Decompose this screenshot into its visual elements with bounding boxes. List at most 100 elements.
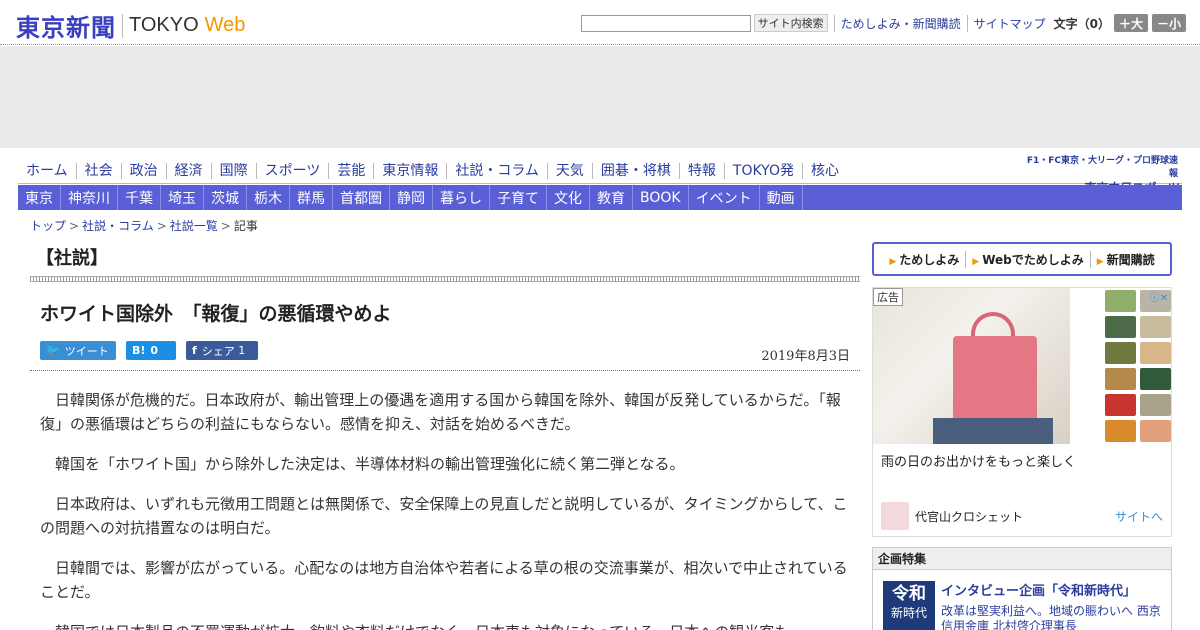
breadcrumb: トップ > 社説・コラム > 社説一覧 > 記事 (30, 219, 258, 233)
nav2-item-education[interactable]: 教育 (590, 185, 633, 210)
site-search-input[interactable] (580, 14, 751, 32)
article-divider (30, 370, 860, 371)
nav-item-editorial[interactable]: 社説・コラム (446, 163, 547, 179)
ad-info-icon[interactable]: ⓘ✕ (1150, 289, 1168, 304)
nav2-item-culture[interactable]: 文化 (547, 185, 590, 210)
trial-subscribe-link[interactable]: ためしよみ・新聞購読 (833, 14, 961, 32)
nav-item-international[interactable]: 国際 (210, 163, 256, 179)
article-paragraph: 日本政府は、いずれも元徴用工問題とは無関係で、安全保障上の見直しだと説明している… (40, 495, 848, 537)
logo-main-text: 東京新聞 (16, 13, 116, 42)
breadcrumb-current: 記事 (233, 219, 258, 233)
ad-caption: 雨の日のお出かけをもっと楽しく (881, 455, 1077, 470)
nav-item-tokyo-hatsu[interactable]: TOKYO発 (723, 163, 802, 179)
nav2-item-chiba[interactable]: 千葉 (118, 185, 161, 210)
nav2-item-ibaraki[interactable]: 茨城 (204, 185, 247, 210)
nav-item-entertainment[interactable]: 芸能 (328, 163, 373, 179)
nav2-item-shizuoka[interactable]: 静岡 (390, 185, 433, 210)
tweet-label: ツイート (64, 344, 109, 358)
site-header: 東京新聞 TOKYO Web サイト内検索 ためしよみ・新聞購読 サイトマップ … (0, 0, 1200, 45)
ad-brand-name: 代官山クロシェット (915, 510, 1024, 524)
breadcrumb-editorial[interactable]: 社説・コラム (82, 219, 154, 233)
feature-desc-link[interactable]: 改革は堅実利益へ。地域の賑わいへ 西京信用金庫 北村啓介理事長 (941, 604, 1166, 630)
nav2-item-kanagawa[interactable]: 神奈川 (61, 185, 118, 210)
ad-tag: 広告 (873, 288, 903, 306)
nav-item-special[interactable]: 特報 (678, 163, 724, 179)
web-trial-link[interactable]: ▶ Webでためしよみ (965, 250, 1089, 268)
nav-item-home[interactable]: ホーム (18, 163, 76, 179)
share-buttons: 🐦 ツイート B! 0 f シェア 1 (40, 341, 268, 360)
nav2-item-event[interactable]: イベント (689, 185, 760, 210)
font-smaller-button[interactable]: －小 (1151, 14, 1186, 32)
article-paragraph: 日韓間では、影響が広がっている。心配なのは地方自治体や若者による草の根の交流事業… (40, 559, 848, 601)
ad-color-swatch (1105, 368, 1136, 390)
ad-brand-logo (881, 502, 909, 530)
nav2-item-gunma[interactable]: 群馬 (290, 185, 333, 210)
subscribe-link[interactable]: ▶ 新聞購読 (1089, 250, 1161, 268)
ad-color-swatch (1105, 394, 1136, 416)
tweet-button[interactable]: 🐦 ツイート (40, 341, 116, 360)
ad-color-swatch (1105, 420, 1136, 442)
nav2-item-living[interactable]: 暮らし (433, 185, 490, 210)
nav-item-kakushin[interactable]: 核心 (801, 163, 847, 179)
article-paragraph: 韓国を「ホワイト国」から除外した決定は、半導体材料の輸出管理強化に続く第二弾とな… (55, 455, 685, 473)
nav-item-society[interactable]: 社会 (75, 163, 121, 179)
sidebar-ad[interactable]: 広告 ⓘ✕ 雨の日のお出かけをもっと楽しく 代官山クロシェット サイトへ (872, 287, 1172, 537)
ad-color-swatch (1140, 420, 1171, 442)
hatena-count: 0 (150, 344, 159, 357)
ad-color-swatch (1140, 368, 1171, 390)
nav-item-sports[interactable]: スポーツ (255, 163, 329, 179)
top-ad-banner[interactable] (0, 46, 1200, 148)
subscription-links: ▶ ためしよみ ▶ Webでためしよみ ▶ 新聞購読 (872, 242, 1172, 276)
facebook-icon: f (192, 344, 197, 357)
facebook-share-button[interactable]: f シェア 1 (186, 341, 258, 360)
triangle-right-icon: ▶ (972, 256, 980, 267)
section-divider (30, 276, 860, 282)
breadcrumb-top[interactable]: トップ (30, 219, 66, 233)
hatena-bookmark-button[interactable]: B! 0 (126, 341, 176, 360)
ad-color-swatch (1140, 342, 1171, 364)
nav2-item-video[interactable]: 動画 (760, 185, 803, 210)
feature-box: 企画特集 令和 新時代 インタビュー企画「令和新時代」 改革は堅実利益へ。地域の… (872, 547, 1172, 630)
ad-site-link[interactable]: サイトへ (1115, 508, 1163, 525)
font-bigger-button[interactable]: ＋大 (1113, 14, 1148, 32)
nav2-item-saitama[interactable]: 埼玉 (161, 185, 204, 210)
article-paragraph: 日韓関係が危機的だ。日本政府が、輸出管理上の優遇を適用する国から韓国を除外、韓国… (40, 391, 841, 433)
ad-color-swatches[interactable] (1105, 290, 1171, 442)
nav-item-tokyo-info[interactable]: 東京情報 (373, 163, 446, 179)
ad-bag-image (953, 336, 1037, 430)
nav-item-economy[interactable]: 経済 (165, 163, 211, 179)
ad-product-photo[interactable] (873, 288, 1070, 444)
feature-thumbnail[interactable]: 令和 新時代 (883, 581, 935, 630)
feature-title-link[interactable]: インタビュー企画「令和新時代」 (941, 580, 1136, 599)
twitter-bird-icon: 🐦 (46, 344, 60, 357)
primary-nav: ホーム 社会 政治 経済 国際 スポーツ 芸能 東京情報 社説・コラム 天気 囲… (18, 160, 847, 182)
site-logo[interactable]: 東京新聞 TOKYO Web (16, 8, 245, 43)
logo-sub-text: TOKYO (129, 14, 199, 36)
nav2-item-book[interactable]: BOOK (633, 185, 689, 210)
nav-item-go-shogi[interactable]: 囲碁・将棋 (591, 163, 679, 179)
triangle-right-icon: ▶ (1096, 256, 1104, 267)
ad-color-swatch (1140, 316, 1171, 338)
nav-item-politics[interactable]: 政治 (120, 163, 166, 179)
article-paragraph: 韓国では日本製品の不買運動が拡大、飲料や衣料だけでなく、日本車も対象になっている… (40, 620, 848, 630)
nav-item-weather[interactable]: 天気 (546, 163, 592, 179)
breadcrumb-editorial-list[interactable]: 社説一覧 (170, 219, 218, 233)
section-label: 【社説】 (36, 248, 108, 269)
trial-reading-link[interactable]: ▶ ためしよみ (883, 251, 965, 268)
facebook-share-label: シェア (201, 344, 235, 358)
ad-color-swatch (1140, 394, 1171, 416)
article-headline: ホワイト国除外 「報復」の悪循環やめよ (40, 303, 392, 325)
ad-color-swatch (1105, 342, 1136, 364)
font-size-label: 文字（0） (1053, 16, 1110, 31)
nav2-item-tochigi[interactable]: 栃木 (247, 185, 290, 210)
nav-divider (18, 183, 1182, 184)
nav2-item-shutoken[interactable]: 首都圏 (333, 185, 390, 210)
site-search-button[interactable]: サイト内検索 (753, 14, 828, 32)
nav2-item-tokyo[interactable]: 東京 (18, 185, 61, 210)
sitemap-link[interactable]: サイトマップ (966, 14, 1046, 32)
header-tools: サイト内検索 ためしよみ・新聞購読 サイトマップ 文字（0） ＋大 －小 (580, 14, 1186, 32)
feature-heading: 企画特集 (873, 548, 1171, 570)
logo-web-text: Web (204, 14, 246, 36)
nav2-item-parenting[interactable]: 子育て (490, 185, 547, 210)
ad-footer: 代官山クロシェット サイトへ (873, 498, 1173, 536)
